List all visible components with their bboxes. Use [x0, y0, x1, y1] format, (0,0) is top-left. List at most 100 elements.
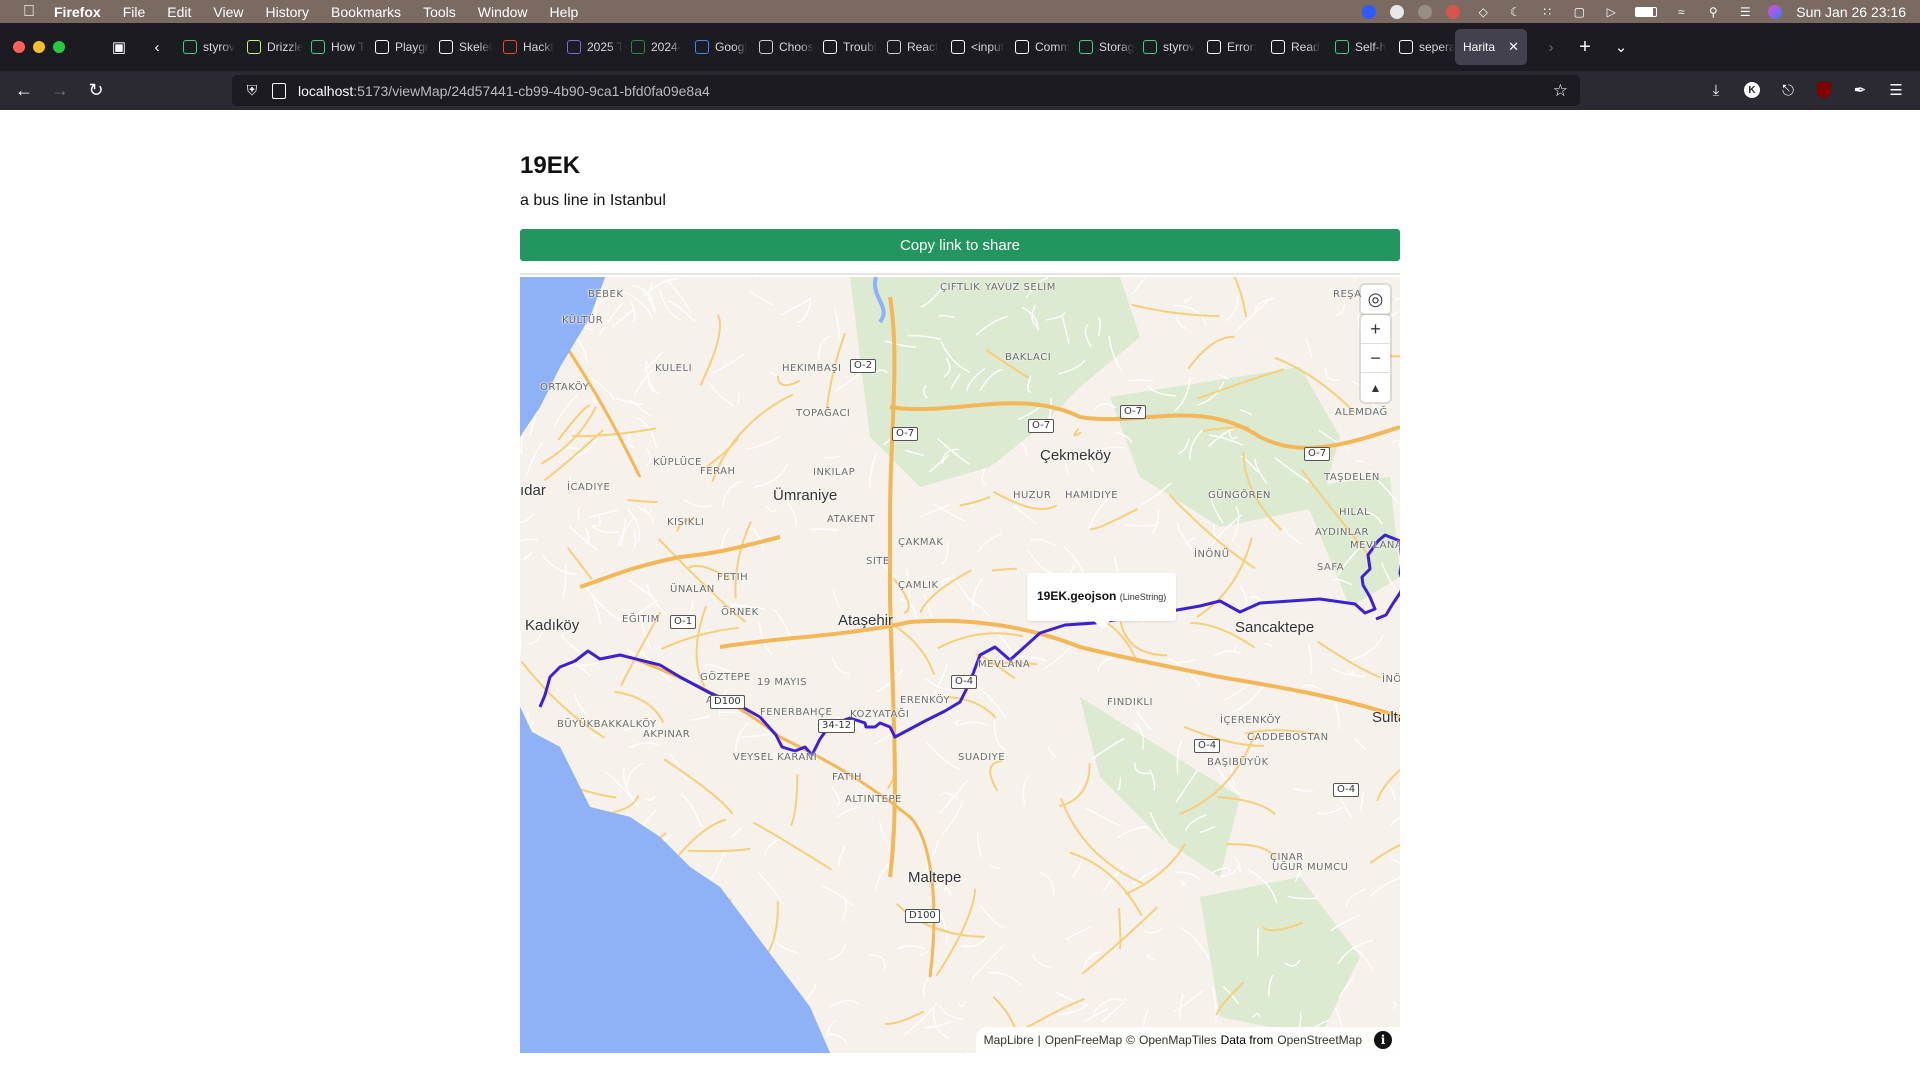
siri-icon[interactable]	[1768, 4, 1783, 19]
url-text[interactable]: localhost:5173/viewMap/24d57441-cb99-4b9…	[298, 83, 710, 99]
tab-14[interactable]: Storag	[1071, 29, 1135, 65]
district-label: TAŞDELEN	[1324, 472, 1380, 483]
zoom-out-icon[interactable]: −	[1361, 344, 1390, 373]
creative-cloud-icon[interactable]	[1390, 4, 1405, 19]
copy-link-button[interactable]: Copy link to share	[520, 229, 1400, 261]
tab-15[interactable]: styrov	[1135, 29, 1199, 65]
bolt-icon	[1335, 40, 1349, 54]
close-tab-icon[interactable]: ✕	[1508, 39, 1519, 55]
attribution-maplibre-link[interactable]: MapLibre	[984, 1033, 1034, 1047]
tab-2[interactable]: How T	[303, 29, 367, 65]
zoom-icon[interactable]	[1362, 4, 1377, 19]
tab-label: Googl	[715, 40, 748, 54]
tab-label: Error:	[1227, 40, 1257, 54]
figma-icon	[375, 40, 389, 54]
maximize-window-icon[interactable]	[53, 41, 65, 53]
w-icon	[311, 40, 325, 54]
geolocate-icon[interactable]: ◎	[1361, 285, 1390, 314]
tab-8[interactable]: Googl	[687, 29, 751, 65]
tracking-protection-icon[interactable]: ⛨	[244, 82, 260, 99]
tab-7[interactable]: 2024-	[623, 29, 687, 65]
district-label: KOZYATAĞI	[850, 709, 910, 720]
url-path: :5173/viewMap/24d57441-cb99-4b90-9ca1-bf…	[353, 82, 710, 99]
display-icon[interactable]: ▢	[1570, 5, 1588, 19]
menu-view[interactable]: View	[213, 4, 243, 20]
record-icon[interactable]	[1446, 4, 1461, 19]
diamond-icon[interactable]: ◇	[1474, 5, 1492, 19]
menu-help[interactable]: Help	[550, 4, 579, 20]
reload-icon[interactable]: ↻	[78, 76, 114, 106]
app-menu-icon[interactable]: ☰	[1882, 75, 1910, 105]
menu-tools[interactable]: Tools	[423, 4, 456, 20]
play-icon[interactable]: ▷	[1602, 5, 1620, 19]
tab-11[interactable]: React	[879, 29, 943, 65]
district-label: FATIH	[832, 772, 862, 783]
district-label: MEVLANA	[1350, 540, 1400, 551]
menu-file[interactable]: File	[123, 4, 146, 20]
attribution-openmaptiles-link[interactable]: OpenMapTiles	[1139, 1033, 1217, 1047]
attribution-openfreemap-link[interactable]: OpenFreeMap	[1045, 1033, 1122, 1047]
color-picker-icon[interactable]: ✒	[1846, 75, 1874, 105]
tab-10[interactable]: Troubl	[815, 29, 879, 65]
attribution-osm-link[interactable]: OpenStreetMap	[1277, 1033, 1362, 1047]
menu-window[interactable]: Window	[478, 4, 528, 20]
tab-label: styrov	[1163, 40, 1196, 54]
map-tiles	[520, 277, 1400, 1053]
tab-6[interactable]: 2025 T	[559, 29, 623, 65]
map-view[interactable]: Ümraniye Çekmeköy Ataşehir Kadıköy Sancaktep…	[520, 277, 1400, 1053]
scroll-tabs-left-icon[interactable]: ‹	[143, 33, 171, 61]
district-label: BEBEK	[588, 289, 624, 300]
tab-0[interactable]: styrov	[175, 29, 239, 65]
control-center-icon[interactable]: ☰	[1736, 5, 1754, 19]
scroll-tabs-right-icon[interactable]: ›	[1537, 33, 1565, 61]
menubar-clock[interactable]: Sun Jan 26 23:16	[1796, 4, 1906, 20]
new-tab-icon[interactable]: +	[1571, 33, 1599, 61]
menu-app-name[interactable]: Firefox	[54, 4, 101, 20]
grid-icon[interactable]: ∷	[1538, 5, 1556, 19]
bookmark-star-icon[interactable]: ☆	[1553, 81, 1568, 101]
downloads-icon[interactable]: ⤓	[1702, 75, 1730, 105]
account-icon[interactable]: K	[1738, 75, 1766, 105]
fork-icon	[759, 40, 773, 54]
tab-13[interactable]: Comm	[1007, 29, 1071, 65]
spotlight-icon[interactable]: ⚲	[1704, 5, 1722, 19]
menu-history[interactable]: History	[265, 4, 309, 20]
vpn-icon[interactable]	[1418, 4, 1433, 19]
tab-4[interactable]: Skelet	[431, 29, 495, 65]
tab-17[interactable]: Read	[1263, 29, 1327, 65]
minimize-window-icon[interactable]	[33, 41, 45, 53]
page-info-icon[interactable]	[272, 82, 286, 99]
list-all-tabs-icon[interactable]: ⌄	[1607, 33, 1635, 61]
wifi-icon[interactable]: ≈	[1672, 5, 1690, 19]
tab-overview-icon[interactable]: ▣	[105, 33, 133, 61]
tab-active[interactable]: Harita ✕	[1455, 29, 1527, 65]
tab-1[interactable]: Drizzle	[239, 29, 303, 65]
forward-icon[interactable]: →	[42, 76, 78, 106]
tab-19[interactable]: sepera	[1391, 29, 1455, 65]
tab-label: 2025 T	[587, 40, 623, 54]
address-bar[interactable]: ⛨ localhost:5173/viewMap/24d57441-cb99-4…	[232, 75, 1580, 106]
district-label: ALEMDAĞ	[1335, 407, 1388, 418]
info-icon[interactable]: i	[1374, 1031, 1392, 1049]
apple-icon[interactable]: 	[18, 3, 40, 21]
district-label: TOPAĞACI	[796, 408, 851, 419]
zoom-in-icon[interactable]: +	[1361, 315, 1390, 344]
menu-edit[interactable]: Edit	[167, 4, 191, 20]
window-controls	[13, 41, 65, 53]
tab-9[interactable]: Choos	[751, 29, 815, 65]
tab-16[interactable]: Error:	[1199, 29, 1263, 65]
tab-12[interactable]: <input	[943, 29, 1007, 65]
compass-icon[interactable]: ▲	[1361, 373, 1390, 402]
district-label: 19 MAYIS	[757, 677, 808, 688]
tab-3[interactable]: Playgr	[367, 29, 431, 65]
extensions-icon[interactable]: ⎋	[1774, 75, 1802, 105]
ublock-icon[interactable]	[1810, 75, 1838, 105]
battery-icon[interactable]	[1634, 5, 1658, 19]
tab-18[interactable]: Self-h	[1327, 29, 1391, 65]
menu-bookmarks[interactable]: Bookmarks	[331, 4, 401, 20]
moon-icon[interactable]: ☾	[1506, 5, 1524, 19]
tab-5[interactable]: Hackt	[495, 29, 559, 65]
m-icon	[1015, 40, 1029, 54]
back-icon[interactable]: ←	[6, 76, 42, 106]
close-window-icon[interactable]	[13, 41, 25, 53]
